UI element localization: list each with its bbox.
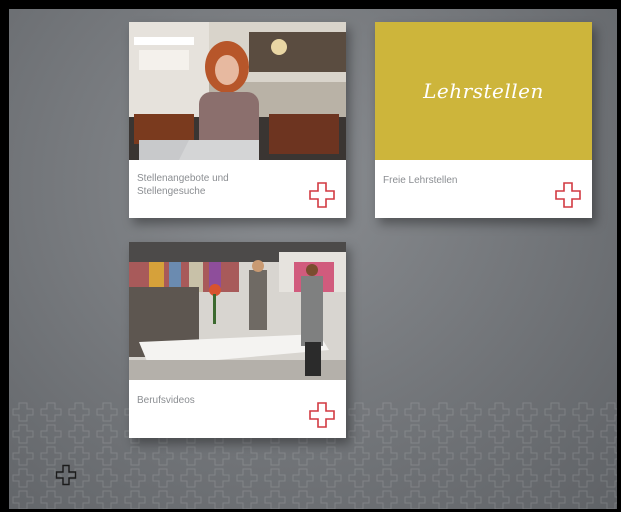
tile-stellenangebote[interactable]: Stellenangebote und Stellengesuche (129, 22, 346, 218)
lehrstellen-banner: Lehrstellen (375, 22, 592, 160)
tile-caption: Stellenangebote und Stellengesuche (137, 173, 229, 197)
tile-lehrstellen[interactable]: Lehrstellen Freie Lehrstellen (375, 22, 592, 218)
tile-caption: Berufsvideos (137, 395, 195, 406)
tile-caption: Freie Lehrstellen (383, 175, 458, 186)
banner-title: Lehrstellen (423, 79, 544, 103)
showroom-photo (129, 242, 346, 380)
office-photo (129, 22, 346, 160)
swiss-cross-outline-icon (309, 402, 335, 428)
swiss-cross-outline-icon (309, 182, 335, 208)
swiss-cross-outline-icon (55, 464, 77, 486)
desktop-background: Stellenangebote und Stellengesuche Lehrs… (0, 0, 621, 512)
tile-berufsvideos[interactable]: Berufsvideos (129, 242, 346, 438)
swiss-cross-outline-icon (555, 182, 581, 208)
